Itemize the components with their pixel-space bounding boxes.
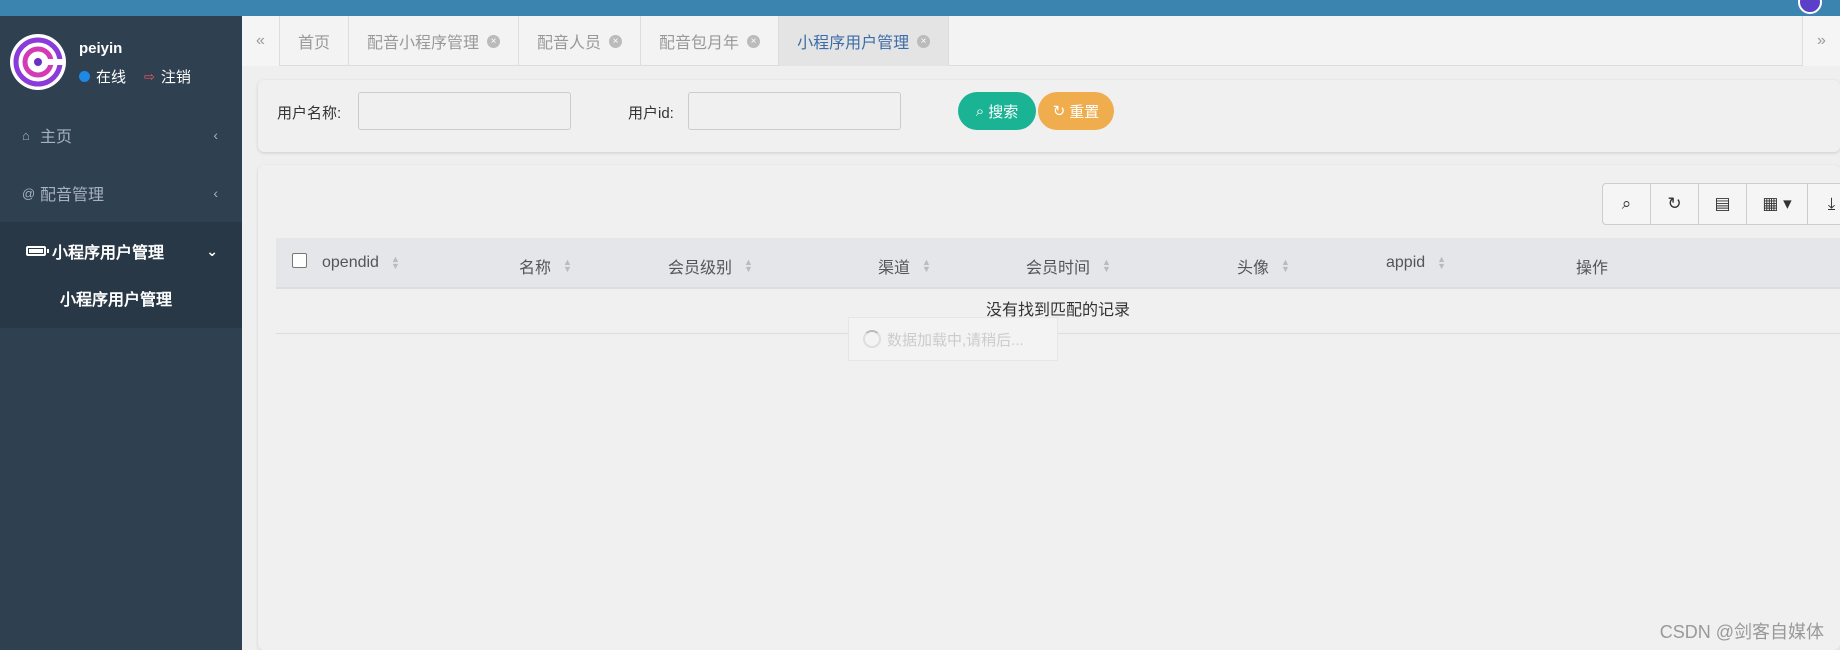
sidebar-item-dubbing[interactable]: @ 配音管理 ‹ — [0, 164, 242, 222]
close-icon[interactable]: × — [487, 34, 501, 48]
sidebar-group-miniapp-users: 小程序用户管理 ⌄ 小程序用户管理 — [0, 222, 242, 328]
tab-label: 配音包月年 — [659, 35, 740, 52]
toolbar-toggle-view-button[interactable]: ▤ — [1698, 183, 1747, 225]
sidebar-subitem-miniapp-users[interactable]: 小程序用户管理 — [0, 280, 242, 316]
chevron-left-icon: ‹ — [213, 127, 218, 143]
reset-button-label: 重置 — [1069, 103, 1100, 121]
table-panel: ⌕ ↻ ▤ ▦ ▾ ⤓ opendid ▲ ▼ 名称 ▲ ▼ 会员级别 ▲ ▼ 渠道 ▲ ▼ 会… — [258, 165, 1840, 650]
tab-bar: « 首页 配音小程序管理 × 配音人员 × 配音包月年 × 小程序用户管理 × » — [242, 16, 1840, 66]
chevron-left-icon: ‹ — [213, 185, 218, 201]
toolbar-search-button[interactable]: ⌕ — [1602, 183, 1651, 225]
column-label: 渠道 — [878, 260, 911, 277]
select-all-checkbox[interactable] — [292, 253, 307, 268]
avatar-logo-icon — [12, 36, 64, 88]
close-icon[interactable]: × — [609, 34, 623, 48]
reset-button[interactable]: ↻ 重置 — [1038, 92, 1114, 130]
column-label: 操作 — [1576, 260, 1609, 277]
tab-miniapp-users[interactable]: 小程序用户管理 × — [779, 16, 950, 66]
refresh-icon: ↻ — [1052, 103, 1066, 120]
tab-label: 小程序用户管理 — [797, 35, 910, 52]
sort-icon: ▲ ▼ — [922, 257, 931, 274]
sidebar-item-label: 主页 — [40, 129, 73, 146]
tab-label: 首页 — [298, 35, 331, 52]
online-dot-icon — [79, 71, 90, 82]
tab-home[interactable]: 首页 — [280, 16, 350, 66]
home-icon: ⌂ — [22, 127, 30, 143]
column-label: 会员时间 — [1026, 260, 1091, 277]
sidebar-item-label: 小程序用户管理 — [52, 245, 165, 262]
online-label: 在线 — [96, 69, 127, 86]
tabs-scroll-left-button[interactable]: « — [242, 16, 280, 66]
column-header-appid[interactable]: appid ▲ ▼ — [1386, 254, 1446, 272]
sort-icon: ▲ ▼ — [563, 257, 572, 274]
column-header-name[interactable]: 名称 ▲ ▼ — [519, 254, 572, 278]
user-panel: peiyin 在线 ⇨ 注销 — [0, 16, 242, 106]
column-header-channel[interactable]: 渠道 ▲ ▼ — [878, 254, 931, 278]
empty-table-row: 没有找到匹配的记录 — [276, 289, 1840, 334]
column-header-opendid[interactable]: opendid ▲ ▼ — [322, 254, 400, 272]
top-bar — [0, 0, 1840, 16]
export-icon: ⤓ — [1827, 194, 1836, 213]
top-avatar[interactable] — [1798, 0, 1822, 14]
column-label: 会员级别 — [668, 260, 733, 277]
tabs-scroll-right-button[interactable]: » — [1802, 16, 1840, 66]
tab-dubbing-miniapp[interactable]: 配音小程序管理 × — [349, 16, 520, 66]
loading-text: 数据加载中,请稍后... — [887, 331, 1024, 349]
sidebar-item-miniapp-users[interactable]: 小程序用户管理 ⌄ — [0, 222, 242, 280]
tab-dubbing-staff[interactable]: 配音人员 × — [519, 16, 642, 66]
at-icon: @ — [22, 185, 36, 201]
sort-icon: ▲ ▼ — [1102, 257, 1111, 274]
chevron-down-icon: ⌄ — [206, 242, 218, 259]
column-header-member-time[interactable]: 会员时间 ▲ ▼ — [1026, 254, 1111, 278]
sidebar-item-home[interactable]: ⌂ 主页 ‹ — [0, 106, 242, 164]
tabs: 首页 配音小程序管理 × 配音人员 × 配音包月年 × 小程序用户管理 × — [280, 16, 950, 66]
spinner-icon — [863, 330, 881, 348]
sort-icon: ▲ ▼ — [744, 257, 753, 274]
close-icon[interactable]: × — [747, 34, 761, 48]
sort-icon: ▲ ▼ — [390, 254, 400, 271]
sort-icon: ▲ ▼ — [1437, 254, 1447, 271]
tab-label: 配音小程序管理 — [367, 35, 480, 52]
sort-icon: ▲ ▼ — [1281, 257, 1290, 274]
username: peiyin — [79, 40, 123, 57]
column-label: 名称 — [519, 260, 552, 277]
watermark: CSDN @剑客自媒体 — [1659, 622, 1824, 642]
sidebar: peiyin 在线 ⇨ 注销 ⌂ 主页 ‹ @ 配音管理 ‹ 小程序用户管理 ⌄… — [0, 16, 242, 650]
toolbar-export-button[interactable]: ⤓ — [1807, 183, 1840, 225]
loading-indicator: 数据加载中,请稍后... — [848, 317, 1058, 361]
sidebar-item-label: 配音管理 — [40, 187, 105, 204]
search-button[interactable]: ⌕ 搜索 — [958, 92, 1036, 130]
logout-link[interactable]: 注销 — [161, 66, 191, 87]
user-status: 在线 ⇨ 注销 — [79, 66, 191, 87]
table-header: opendid ▲ ▼ 名称 ▲ ▼ 会员级别 ▲ ▼ 渠道 ▲ ▼ 会员时间 ▲ ▼ 头像 ▲ ▼ a… — [276, 238, 1840, 289]
refresh-icon: ↻ — [1667, 194, 1682, 213]
username-label: 用户名称: — [277, 105, 342, 122]
search-panel: 用户名称: 用户id: ⌕ 搜索 ↻ 重置 — [258, 80, 1840, 152]
table-toolbar: ⌕ ↻ ▤ ▦ ▾ ⤓ — [1602, 183, 1840, 225]
column-label: appid — [1386, 254, 1426, 271]
userid-label: 用户id: — [628, 105, 674, 122]
username-input[interactable] — [358, 92, 571, 130]
close-icon[interactable]: × — [917, 34, 931, 48]
battery-icon — [26, 246, 49, 256]
column-header-actions: 操作 — [1576, 254, 1608, 278]
toolbar-refresh-button[interactable]: ↻ — [1650, 183, 1699, 225]
tab-dubbing-monthly[interactable]: 配音包月年 × — [641, 16, 780, 66]
tab-label: 配音人员 — [537, 35, 602, 52]
toggle-view-icon: ▤ — [1714, 194, 1731, 213]
search-icon: ⌕ — [975, 102, 985, 120]
search-button-label: 搜索 — [988, 103, 1019, 121]
column-label: opendid — [322, 254, 379, 271]
userid-input[interactable] — [688, 92, 901, 130]
column-label: 头像 — [1237, 260, 1270, 277]
column-header-member-level[interactable]: 会员级别 ▲ ▼ — [668, 254, 753, 278]
toolbar-columns-button[interactable]: ▦ ▾ — [1746, 183, 1808, 225]
columns-icon: ▦ ▾ — [1762, 194, 1792, 213]
search-icon: ⌕ — [1621, 194, 1632, 213]
column-header-avatar[interactable]: 头像 ▲ ▼ — [1237, 254, 1290, 278]
logout-icon[interactable]: ⇨ — [144, 69, 155, 85]
avatar[interactable] — [10, 34, 66, 90]
